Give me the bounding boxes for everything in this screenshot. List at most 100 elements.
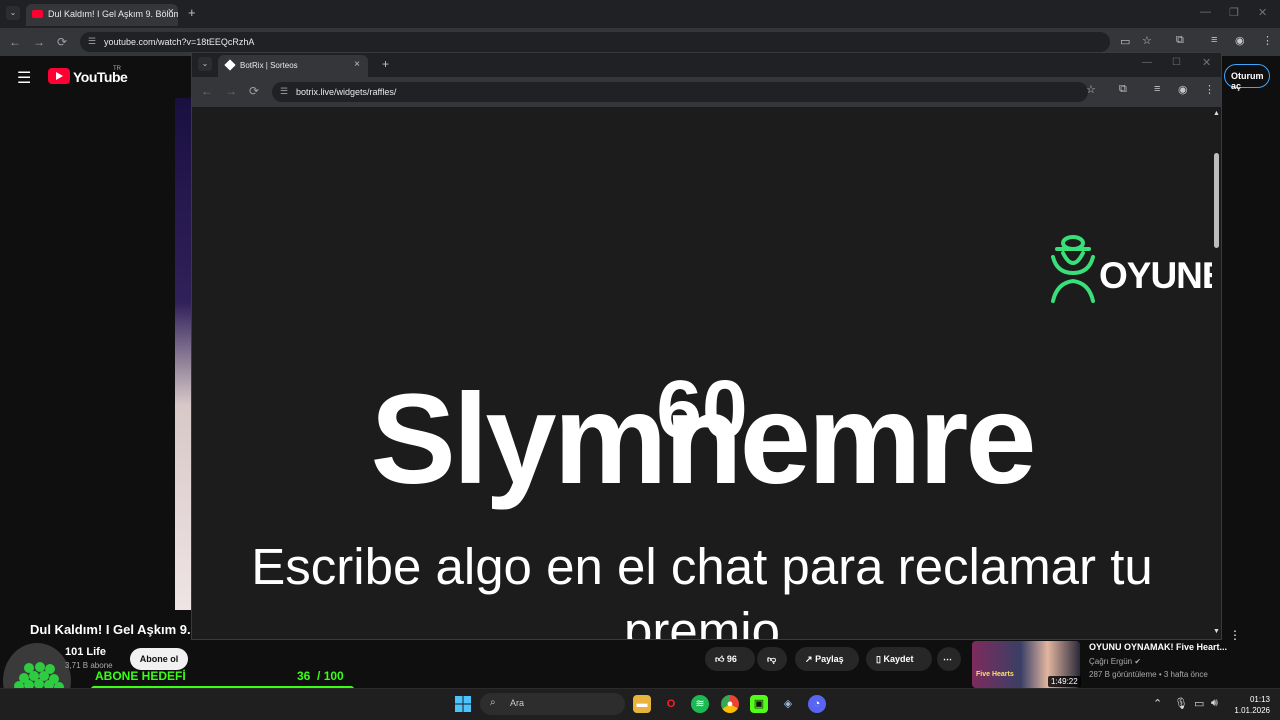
close-window-button[interactable]: ✕ [1258, 6, 1267, 19]
scroll-thumb[interactable] [1214, 153, 1219, 248]
inner-scrollbar[interactable]: ▲ ▼ [1212, 108, 1221, 639]
more-actions-button[interactable]: ⋯ [937, 647, 961, 671]
discord-icon[interactable]: ◔ [808, 695, 826, 713]
taskbar-search-box[interactable]: ⌕ Ara [480, 693, 625, 715]
inner-forward-button[interactable]: → [225, 84, 237, 98]
inner-address-bar[interactable]: ☰ botrix.live/widgets/raffles/ [272, 82, 1088, 102]
suggestion-channel-name: Çağrı Ergün [1089, 657, 1133, 666]
inner-close-window-button[interactable]: ✕ [1202, 56, 1211, 69]
botrix-favicon-icon [224, 59, 236, 71]
inner-extensions-icon[interactable]: ⧉ [1119, 83, 1127, 96]
channel-name[interactable]: 101 Life [65, 646, 106, 658]
share-icon: ↗ [805, 654, 813, 664]
like-button[interactable]: 👍︎ 96 [705, 647, 755, 671]
kick-app-icon[interactable]: ▣ [750, 695, 768, 713]
inner-media-control-icon[interactable]: ≡ [1154, 83, 1160, 95]
microphone-icon[interactable]: 🎙︎ [1174, 697, 1188, 710]
inner-tab-strip: ⌄ BotRix | Sorteos × + — ☐ ✕ [192, 53, 1221, 77]
raffle-timer: 60 [656, 364, 748, 455]
subscribe-button[interactable]: Abone ol [130, 648, 188, 670]
inner-minimize-button[interactable]: — [1142, 57, 1152, 68]
raffle-widget: OYUNEKS Slymnemre 60 Escribe algo en el … [192, 108, 1212, 639]
new-tab-button[interactable]: + [188, 5, 196, 20]
video-title: Dul Kaldım! I Gel Aşkım 9. I [30, 622, 198, 637]
suggestion-duration: 1:49:22 [1048, 676, 1081, 687]
suggestion-meta: 287 B görüntüleme • 3 hafta önce [1089, 670, 1208, 679]
youtube-logo-icon[interactable] [48, 68, 70, 84]
inner-profile-icon[interactable]: ◉ [1178, 83, 1188, 96]
display-icon[interactable]: ▭ [1194, 697, 1204, 710]
forward-button[interactable]: → [33, 35, 45, 49]
volume-icon[interactable]: 🔊︎ [1211, 697, 1218, 710]
suggestion-menu-icon[interactable]: ⋮ [1229, 628, 1241, 642]
brand-mascot-icon [1051, 235, 1095, 303]
cast-icon[interactable]: ▭ [1120, 35, 1130, 48]
like-count: 96 [726, 654, 737, 664]
inner-back-button[interactable]: ← [201, 84, 213, 98]
app-icon[interactable]: ◈ [779, 695, 797, 713]
taskbar-clock[interactable]: 01:13 1.01.2026 [1226, 694, 1270, 716]
suggestion-title[interactable]: OYUNU OYNAMAK! Five Heart... [1089, 642, 1227, 652]
outer-tab-title: Dul Kaldım! I Gel Aşkım 9. Bölüm [48, 9, 178, 19]
more-icon: ⋯ [943, 654, 952, 664]
dislike-button[interactable]: 👎︎ [757, 647, 787, 671]
tab-list-button[interactable]: ⌄ [6, 6, 20, 20]
windows-start-icon[interactable] [455, 696, 471, 712]
inner-tab-list-button[interactable]: ⌄ [198, 57, 212, 71]
goal-current: 36 [297, 669, 311, 683]
inner-active-tab[interactable]: BotRix | Sorteos × [218, 55, 368, 77]
profile-icon[interactable]: ◉ [1235, 34, 1245, 47]
video-frame[interactable] [175, 98, 191, 610]
goal-target: 100 [323, 669, 344, 683]
inner-browser-window: ⌄ BotRix | Sorteos × + — ☐ ✕ ← → ⟳ ⌕ ☆ ⧉… [191, 52, 1222, 640]
share-label: Paylaş [815, 654, 844, 664]
opera-icon[interactable]: O [662, 695, 680, 713]
back-button[interactable]: ← [9, 35, 21, 49]
clock-date: 1.01.2026 [1234, 706, 1270, 715]
outer-url: youtube.com/watch?v=18tEEQcRzhA [104, 37, 255, 47]
taskbar-search-icon: ⌕ [490, 697, 496, 708]
inner-reload-button[interactable]: ⟳ [249, 84, 259, 98]
media-control-icon[interactable]: ≡ [1211, 34, 1217, 46]
outer-address-bar[interactable]: ☰ youtube.com/watch?v=18tEEQcRzhA [80, 32, 1110, 52]
site-info-icon[interactable]: ☰ [88, 36, 96, 47]
outer-active-tab[interactable]: Dul Kaldım! I Gel Aşkım 9. Bölüm × [26, 4, 178, 26]
inner-close-tab-icon[interactable]: × [354, 59, 360, 70]
thumbs-up-icon: 👍︎ [715, 654, 725, 664]
save-icon: ▯ [876, 654, 881, 664]
extensions-icon[interactable]: ⧉ [1176, 34, 1184, 47]
maximize-button[interactable]: ❐ [1229, 6, 1239, 19]
region-code: TR [113, 66, 121, 72]
scroll-up-arrow-icon[interactable]: ▲ [1213, 110, 1220, 117]
inner-maximize-button[interactable]: ☐ [1172, 57, 1181, 68]
menu-icon[interactable]: ⋮ [1262, 34, 1273, 47]
thumbnail-text: Five Hearts [976, 671, 1014, 678]
goal-count: 36 / 100 [297, 669, 344, 683]
taskbar-search-placeholder: Ara [510, 698, 525, 708]
claim-message: Escribe algo en el chat para reclamar tu… [251, 538, 1153, 639]
thumbs-down-icon: 👎︎ [767, 654, 777, 664]
spotify-icon[interactable]: ≋ [691, 695, 709, 713]
hamburger-menu-icon[interactable]: ☰ [17, 68, 31, 88]
tray-overflow-icon[interactable]: ⌃ [1153, 697, 1162, 710]
verified-icon: ✔ [1134, 657, 1142, 666]
reload-button[interactable]: ⟳ [57, 35, 67, 49]
brand-name: OYUNEKS [1099, 255, 1212, 296]
minimize-button[interactable]: — [1200, 6, 1211, 18]
inner-url: botrix.live/widgets/raffles/ [296, 87, 397, 97]
inner-menu-icon[interactable]: ⋮ [1204, 83, 1215, 96]
close-tab-icon[interactable]: × [168, 6, 174, 18]
chrome-icon[interactable]: ● [721, 695, 739, 713]
inner-site-info-icon[interactable]: ☰ [280, 86, 288, 97]
signin-button[interactable]: Oturum aç [1224, 64, 1270, 91]
scroll-down-arrow-icon[interactable]: ▼ [1213, 628, 1220, 635]
file-explorer-icon[interactable]: ▬ [633, 695, 651, 713]
suggestion-channel[interactable]: Çağrı Ergün ✔ [1089, 657, 1141, 666]
clock-time: 01:13 [1249, 695, 1270, 704]
share-button[interactable]: ↗ Paylaş [795, 647, 859, 671]
inner-new-tab-button[interactable]: + [382, 57, 389, 71]
youtube-favicon-icon [32, 10, 43, 18]
goal-label: ABONE HEDEFİ [95, 669, 186, 683]
save-button[interactable]: ▯ Kaydet [866, 647, 932, 671]
bookmark-star-icon[interactable]: ☆ [1142, 34, 1152, 47]
